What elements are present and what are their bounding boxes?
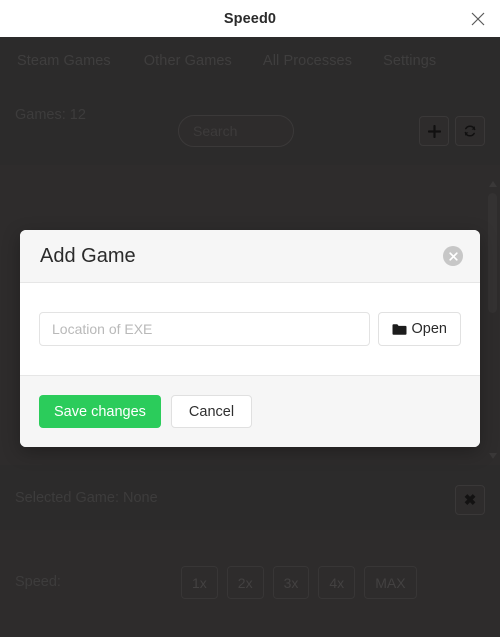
selected-game-label: Selected Game: None [15,490,158,506]
add-game-button[interactable] [419,116,449,146]
add-game-dialog: Add Game Open Save changes Cancel [20,230,480,447]
scroll-up-icon[interactable] [485,176,500,191]
selected-game-row: Selected Game: None [0,465,500,530]
folder-icon [392,323,407,336]
save-changes-button[interactable]: Save changes [39,395,161,428]
cross-icon: ✖ [463,492,477,509]
open-button-label: Open [411,321,447,337]
speed-button-group: 1x 2x 3x 4x MAX [181,566,417,599]
scroll-down-icon[interactable] [485,448,500,463]
app-window: Speed0 Steam Games Other Games All Proce… [0,0,500,637]
refresh-icon [463,124,477,138]
title-bar: Speed0 [0,0,500,37]
speed-label: Speed: [15,574,61,590]
speed-button-max[interactable]: MAX [364,566,417,599]
speed-button-1x[interactable]: 1x [181,566,218,599]
dialog-header: Add Game [20,230,480,283]
dialog-body: Open [20,283,480,375]
search-placeholder: Search [193,123,238,139]
close-circle-icon[interactable] [443,246,463,266]
dialog-footer: Save changes Cancel [20,375,480,447]
scrollbar-thumb[interactable] [488,193,497,313]
exe-path-input[interactable] [39,312,370,346]
search-input[interactable]: Search [178,115,294,147]
refresh-button[interactable] [455,116,485,146]
close-icon[interactable] [464,5,492,33]
nav-tabs: Steam Games Other Games All Processes Se… [0,37,500,85]
speed-button-3x[interactable]: 3x [272,566,310,599]
games-count-label: Games: 12 [15,107,86,123]
speed-button-2x[interactable]: 2x [226,566,264,599]
window-title: Speed0 [223,10,277,27]
tab-settings[interactable]: Settings [383,53,436,69]
cancel-button[interactable]: Cancel [170,395,253,428]
clear-selection-button[interactable]: ✖ [455,485,485,515]
tab-other-games[interactable]: Other Games [144,53,232,69]
open-file-button[interactable]: Open [377,312,461,346]
tab-all-processes[interactable]: All Processes [263,53,352,69]
tab-steam-games[interactable]: Steam Games [17,53,111,69]
speed-button-4x[interactable]: 4x [318,566,356,599]
dialog-title: Add Game [40,244,136,267]
plus-icon [427,124,441,138]
scrollbar[interactable] [485,165,500,465]
